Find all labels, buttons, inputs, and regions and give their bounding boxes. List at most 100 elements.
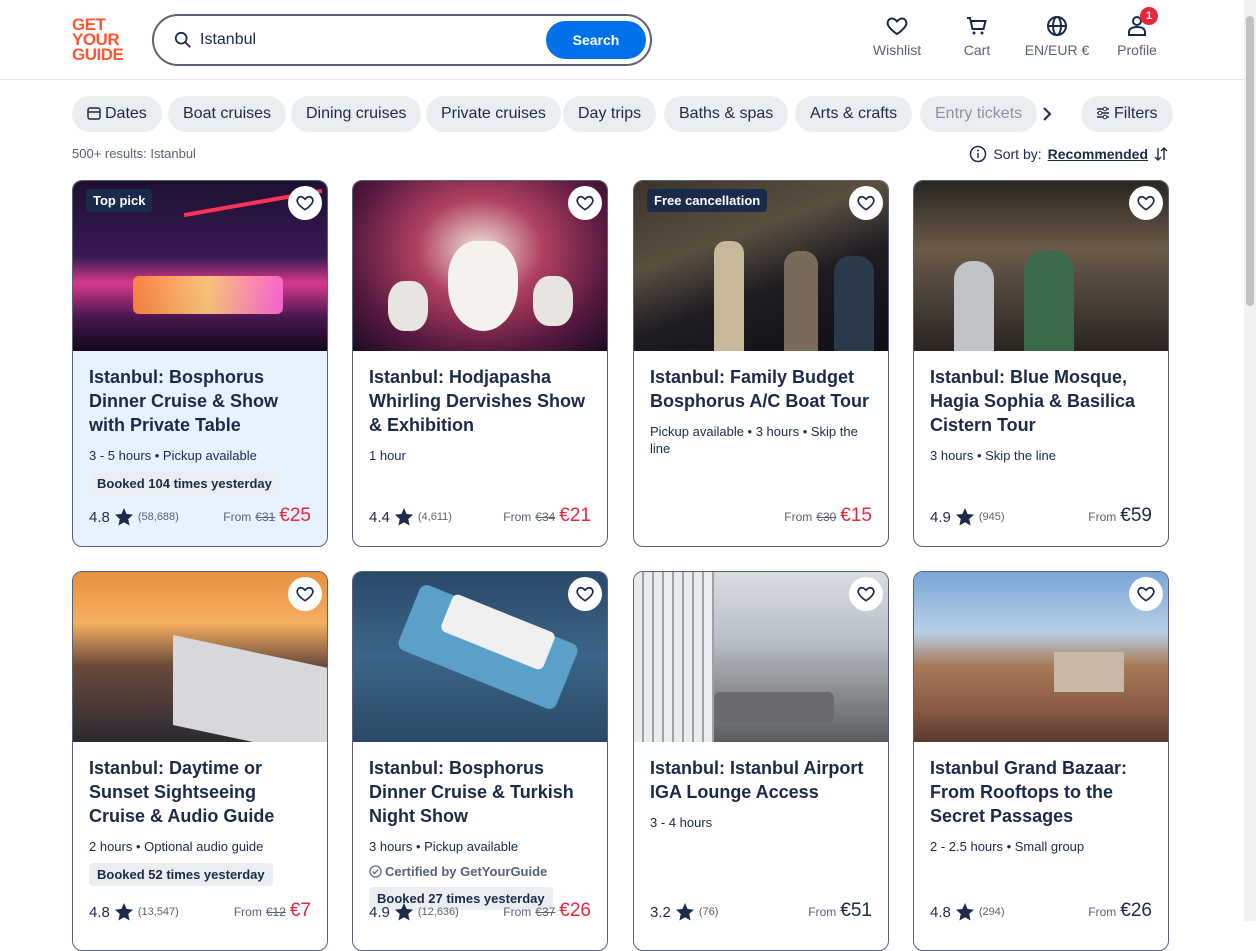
price-from: From (1088, 905, 1117, 919)
activity-title[interactable]: Istanbul: Bosphorus Dinner Cruise & Turk… (369, 756, 591, 828)
wishlist-button[interactable] (568, 186, 602, 220)
calendar-icon (87, 107, 101, 120)
price-from: From (503, 510, 532, 524)
activity-title[interactable]: Istanbul: Hodjapasha Whirling Dervishes … (369, 365, 591, 437)
activity-image (914, 572, 1168, 742)
cart-label: Cart (963, 42, 991, 58)
wishlist-label: Wishlist (872, 42, 922, 58)
activity-title[interactable]: Istanbul: Family Budget Bosphorus A/C Bo… (650, 365, 872, 413)
profile-label: Profile (1117, 42, 1157, 58)
rating-price-row: 4.8 (13,547) From €12 €7 (89, 900, 311, 922)
chip-label: Baths & spas (679, 105, 774, 122)
price-from: From (784, 510, 813, 524)
wishlist-button[interactable] (1129, 186, 1163, 220)
activity-card[interactable]: Istanbul: Daytime or Sunset Sightseeing … (72, 571, 328, 951)
heart-icon (296, 195, 314, 211)
activity-meta: 3 hours • Skip the line (930, 448, 1056, 463)
activity-title[interactable]: Istanbul: Bosphorus Dinner Cruise & Show… (89, 365, 311, 437)
wishlist-button[interactable] (849, 577, 883, 611)
wishlist-button[interactable] (849, 186, 883, 220)
heart-icon (576, 195, 594, 211)
activity-meta: 2 hours • Optional audio guide (89, 839, 264, 854)
rating: 4.4 (4,611) (369, 507, 452, 527)
chip-arts-crafts[interactable]: Arts & crafts (795, 96, 913, 132)
info-icon (970, 145, 987, 163)
getyourguide-logo[interactable]: GET YOUR GUIDE (72, 16, 130, 63)
sort-arrows-icon (1154, 147, 1168, 161)
rating-value: 4.9 (369, 903, 390, 921)
review-count: (58,688) (137, 511, 179, 523)
activity-meta: 3 - 5 hours • Pickup available (89, 448, 257, 463)
chip-label: Entry tickets (935, 105, 1023, 122)
review-count: (12,636) (417, 906, 459, 918)
price-from: From (233, 905, 262, 919)
activity-card[interactable]: Istanbul Grand Bazaar: From Rooftops to … (913, 571, 1169, 951)
activity-card[interactable]: Free cancellation Istanbul: Family Budge… (633, 180, 889, 547)
top-header: GET YOUR GUIDE Search Wishlist Cart EN/E… (0, 0, 1256, 80)
card-body: Istanbul: Hodjapasha Whirling Dervishes … (353, 351, 607, 546)
activity-title[interactable]: Istanbul: Istanbul Airport IGA Lounge Ac… (650, 756, 872, 804)
page-scrollbar[interactable] (1244, 0, 1256, 921)
profile-nav[interactable]: Profile 1 (1114, 7, 1160, 58)
heart-icon (886, 17, 908, 36)
activity-meta: 3 hours • Pickup available (369, 839, 519, 854)
activity-card[interactable]: Istanbul: Blue Mosque, Hagia Sophia & Ba… (913, 180, 1169, 547)
price: From €12 €7 (234, 900, 311, 922)
sort-control[interactable]: Sort by: Recommended (969, 145, 1168, 163)
current-price: €25 (279, 505, 311, 526)
activity-card[interactable]: Istanbul: Hodjapasha Whirling Dervishes … (352, 180, 608, 547)
wishlist-button[interactable] (288, 186, 322, 220)
activity-meta: Pickup available • 3 hours • Skip the li… (650, 424, 858, 456)
review-count: (294) (978, 906, 1005, 918)
chip-baths-spas[interactable]: Baths & spas (664, 96, 789, 132)
chip-dates[interactable]: Dates (72, 96, 162, 132)
card-body: Istanbul Grand Bazaar: From Rooftops to … (914, 742, 1168, 950)
wishlist-nav[interactable]: Wishlist (870, 14, 924, 58)
current-price: €26 (1120, 900, 1152, 921)
sort-label: Sort by: (993, 146, 1042, 162)
wishlist-button[interactable] (568, 577, 602, 611)
chips-next-button[interactable] (1040, 105, 1054, 128)
search-button[interactable]: Search (546, 21, 646, 59)
chip-private-cruises[interactable]: Private cruises (426, 96, 561, 132)
review-count: (4,611) (417, 511, 452, 523)
star-icon (675, 903, 694, 921)
chip-boat-cruises[interactable]: Boat cruises (168, 96, 287, 132)
card-body: Istanbul: Istanbul Airport IGA Lounge Ac… (634, 742, 888, 950)
sort-value[interactable]: Recommended (1048, 146, 1148, 162)
activity-meta: 1 hour (369, 448, 406, 463)
activity-title[interactable]: Istanbul Grand Bazaar: From Rooftops to … (930, 756, 1152, 828)
sliders-icon (1097, 106, 1109, 120)
chip-entry-tickets[interactable]: Entry tickets (920, 96, 1038, 132)
wishlist-button[interactable] (1129, 577, 1163, 611)
filters-button[interactable]: Filters (1081, 96, 1173, 132)
price: From €59 (1088, 505, 1152, 527)
activity-image (353, 181, 607, 351)
wishlist-button[interactable] (288, 577, 322, 611)
rating-value: 4.8 (89, 508, 110, 526)
activity-card[interactable]: Istanbul: Bosphorus Dinner Cruise & Turk… (352, 571, 608, 951)
chip-dining-cruises[interactable]: Dining cruises (291, 96, 422, 132)
price-from: From (1088, 510, 1117, 524)
price: From €30 €15 (784, 505, 872, 527)
scrollbar-thumb[interactable] (1246, 16, 1254, 306)
card-body: Istanbul: Daytime or Sunset Sightseeing … (73, 742, 327, 950)
star-icon (114, 903, 133, 921)
chip-day-trips[interactable]: Day trips (563, 96, 657, 132)
locale-nav[interactable]: EN/EUR € (1022, 14, 1092, 58)
activity-title[interactable]: Istanbul: Daytime or Sunset Sightseeing … (89, 756, 311, 828)
locale-label: EN/EUR € (1024, 42, 1090, 58)
rating-price-row: 4.9 (945) From €59 (930, 505, 1152, 527)
search-input[interactable] (200, 28, 530, 52)
activity-title[interactable]: Istanbul: Blue Mosque, Hagia Sophia & Ba… (930, 365, 1152, 437)
review-count: (76) (698, 906, 719, 918)
tag-badge: Free cancellation (647, 189, 768, 212)
rating-price-row: 4.4 (4,611) From €34 €21 (369, 505, 591, 527)
booked-badge: Booked 104 times yesterday (89, 472, 280, 495)
activity-card[interactable]: Istanbul: Istanbul Airport IGA Lounge Ac… (633, 571, 889, 951)
activity-meta: 3 - 4 hours (650, 815, 713, 830)
heart-icon (1137, 195, 1155, 211)
activity-card[interactable]: Top pick Istanbul: Bosphorus Dinner Crui… (72, 180, 328, 547)
card-body: Istanbul: Bosphorus Dinner Cruise & Turk… (353, 742, 607, 950)
cart-nav[interactable]: Cart (957, 14, 997, 58)
